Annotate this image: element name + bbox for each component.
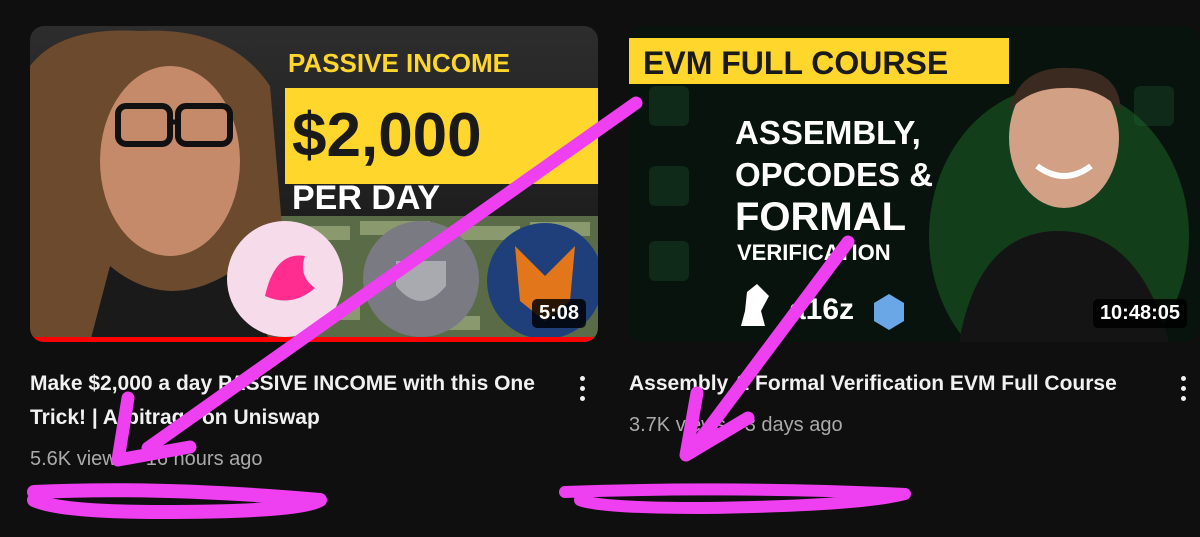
upload-age: 3 days ago: [744, 414, 843, 436]
more-options-button[interactable]: [572, 371, 592, 405]
video-stats: 5.6K views • 16 hours ago: [30, 448, 598, 471]
watch-progress-bar: [30, 337, 598, 342]
video-stats: 3.7K views • 3 days ago: [629, 414, 1199, 437]
thumbnail-artwork: PASSIVE INCOME $2,000 PER DAY: [30, 26, 598, 342]
banner-bottom-text: PER DAY: [292, 179, 440, 217]
video-title[interactable]: Make $2,000 a day PASSIVE INCOME with th…: [30, 367, 550, 435]
view-count: 3.7K views: [629, 414, 726, 436]
upload-age: 16 hours ago: [145, 448, 263, 470]
thumb-line-3: FORMAL: [735, 195, 906, 239]
video-thumbnail[interactable]: EVM FULL COURSE ASSEMBLY, OPCODES & FORM…: [629, 26, 1199, 342]
separator-dot: •: [132, 448, 140, 470]
separator-dot: •: [731, 414, 739, 436]
video-card-1[interactable]: PASSIVE INCOME $2,000 PER DAY 5:08 Make …: [30, 26, 598, 471]
shield-logo-icon: [363, 221, 479, 337]
annotation-underline-2: [559, 483, 911, 514]
brand-logo-text: a16z: [789, 293, 854, 326]
banner-top-text: EVM FULL COURSE: [643, 45, 948, 81]
video-thumbnail[interactable]: PASSIVE INCOME $2,000 PER DAY 5:08: [30, 26, 598, 342]
more-options-button[interactable]: [1173, 371, 1193, 405]
banner-top-text: PASSIVE INCOME: [288, 48, 510, 78]
thumb-line-1: ASSEMBLY,: [735, 114, 921, 151]
video-duration: 10:48:05: [1092, 299, 1187, 328]
view-count: 5.6K views: [30, 448, 127, 470]
thumb-line-4: VERIFICATION: [737, 240, 891, 265]
video-card-2[interactable]: EVM FULL COURSE ASSEMBLY, OPCODES & FORM…: [629, 26, 1199, 437]
thumbnail-artwork: EVM FULL COURSE ASSEMBLY, OPCODES & FORM…: [629, 26, 1199, 342]
video-title[interactable]: Assembly & Formal Verification EVM Full …: [629, 367, 1149, 401]
thumb-line-2: OPCODES &: [735, 156, 933, 193]
video-duration: 5:08: [531, 299, 586, 328]
banner-amount-text: $2,000: [292, 101, 482, 170]
annotation-underline-1: [27, 483, 327, 519]
unicorn-icon: [227, 221, 343, 337]
